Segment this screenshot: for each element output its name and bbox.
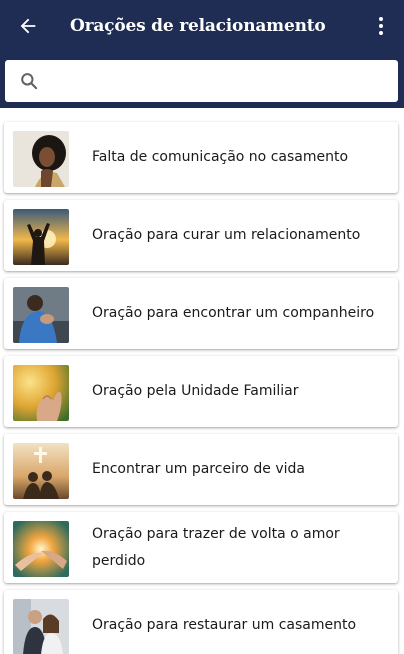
prayer-item-find-companion[interactable]: Oração para encontrar um companheiro: [4, 278, 398, 349]
kneeling-man-praying-image: [13, 287, 69, 343]
prayer-item-label: Oração para curar um relacionamento: [92, 227, 361, 243]
prayer-item-heal-relationship[interactable]: Oração para curar um relacionamento: [4, 200, 398, 271]
back-button[interactable]: [12, 10, 44, 42]
prayer-item-label: Oração pela Unidade Familiar: [92, 383, 299, 399]
prayer-item-label: Oração para trazer de volta o amor perdi…: [92, 526, 340, 569]
sunset-raised-arms-image: [13, 209, 69, 265]
arrow-left-icon: [20, 18, 36, 34]
more-vertical-icon: [379, 17, 383, 35]
couple-sunset-cross-image: [13, 443, 69, 499]
search-icon: [5, 60, 53, 102]
page-title: Orações de relacionamento: [70, 16, 326, 36]
prayer-item-label: Falta de comunicação no casamento: [92, 149, 349, 165]
prayer-list: Falta de comunicação no casamento Oração…: [0, 108, 404, 654]
couple-portrait-image: [13, 599, 69, 654]
overflow-menu-button[interactable]: [366, 10, 396, 42]
search-bar[interactable]: [5, 60, 398, 102]
glowing-hands-image: [13, 521, 69, 577]
prayer-item-lost-love[interactable]: Oração para trazer de volta o amor perdi…: [4, 512, 398, 583]
open-hands-light-image: [13, 365, 69, 421]
woman-portrait-image: [13, 131, 69, 187]
prayer-item-restore-marriage[interactable]: Oração para restaurar um casamento: [4, 590, 398, 654]
prayer-item-label: Oração para restaurar um casamento: [92, 617, 357, 633]
prayer-item-life-partner[interactable]: Encontrar um parceiro de vida: [4, 434, 398, 505]
app-bar: Orações de relacionamento: [0, 0, 404, 108]
prayer-item-label: Encontrar um parceiro de vida: [92, 461, 306, 477]
search-input[interactable]: [53, 60, 398, 102]
prayer-item-label: Oração para encontrar um companheiro: [92, 305, 375, 321]
prayer-item-communication[interactable]: Falta de comunicação no casamento: [4, 122, 398, 193]
prayer-item-family-unity[interactable]: Oração pela Unidade Familiar: [4, 356, 398, 427]
